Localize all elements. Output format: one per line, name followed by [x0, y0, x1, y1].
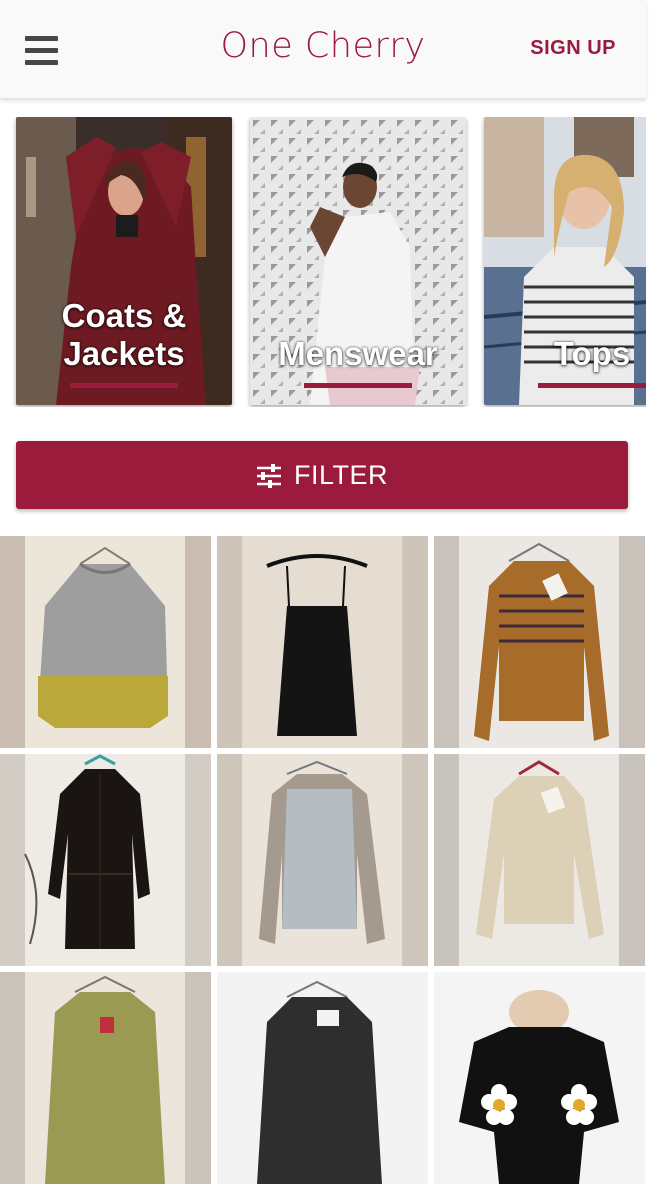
product-tile[interactable]	[0, 972, 211, 1184]
product-tile[interactable]	[0, 754, 211, 966]
filter-button[interactable]: FILTER	[16, 441, 628, 509]
sliders-icon	[256, 464, 281, 488]
category-label-line: Coats &	[61, 297, 187, 334]
category-carousel[interactable]: Coats & Jackets Menswear Tops	[0, 117, 646, 407]
category-label-line: Tops	[553, 335, 631, 372]
product-image	[217, 972, 428, 1184]
category-label: Menswear	[250, 335, 466, 373]
product-tile[interactable]	[217, 754, 428, 966]
product-tile[interactable]	[434, 972, 645, 1184]
menu-line	[25, 36, 58, 41]
category-label-line: Menswear	[278, 335, 438, 372]
product-tile[interactable]	[0, 536, 211, 748]
category-card-coats-jackets[interactable]: Coats & Jackets	[16, 117, 232, 405]
menu-line	[25, 60, 58, 65]
category-card-menswear[interactable]: Menswear	[250, 117, 466, 405]
category-label: Coats & Jackets	[16, 297, 232, 373]
sign-up-button[interactable]: SIGN UP	[530, 37, 616, 60]
category-label: Tops	[484, 335, 646, 373]
product-tile[interactable]	[217, 972, 428, 1184]
product-tile[interactable]	[434, 754, 645, 966]
product-image	[217, 536, 428, 748]
product-image	[0, 754, 211, 966]
hamburger-menu-icon[interactable]	[22, 34, 62, 68]
menu-line	[25, 48, 58, 53]
category-underline	[304, 383, 412, 388]
app-header: One Cherry SIGN UP	[0, 0, 646, 99]
product-tile[interactable]	[434, 536, 645, 748]
product-image	[0, 536, 211, 748]
category-underline	[70, 383, 178, 388]
product-tile[interactable]	[217, 536, 428, 748]
filter-button-content: FILTER	[16, 460, 628, 491]
product-image	[217, 754, 428, 966]
filter-label: FILTER	[293, 460, 388, 490]
category-underline	[538, 383, 646, 388]
brand-logo[interactable]: One Cherry	[200, 26, 446, 66]
category-label-line: Jackets	[63, 335, 185, 372]
product-image	[434, 754, 645, 966]
product-image	[434, 972, 645, 1184]
product-image	[0, 972, 211, 1184]
product-image	[434, 536, 645, 748]
category-card-tops[interactable]: Tops	[484, 117, 646, 405]
